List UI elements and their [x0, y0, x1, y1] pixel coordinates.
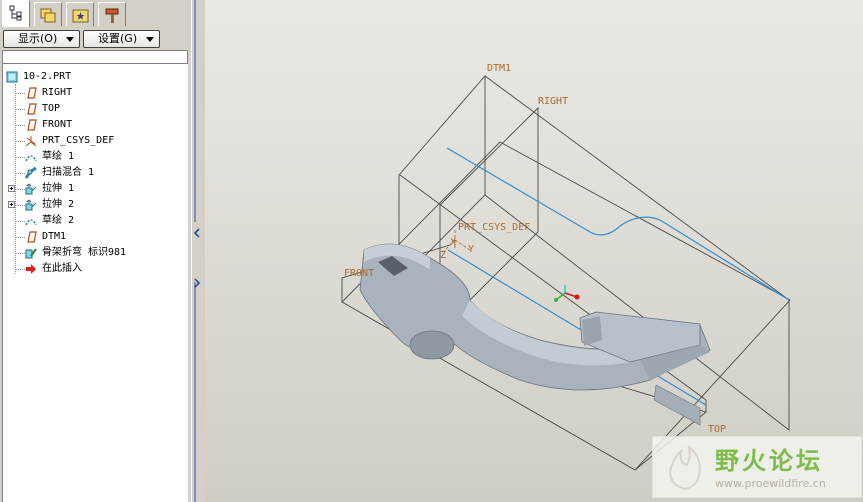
tab-tools[interactable] — [98, 2, 126, 26]
tree-column-header — [2, 50, 188, 64]
datum-label-top: TOP — [708, 424, 726, 435]
model-3d-view[interactable]: X Z Y DTM1 RIGHT PRT_CSYS_DEF FRONT TOP — [205, 0, 863, 502]
axis-x-label: X — [450, 237, 456, 248]
tab-model-tree[interactable] — [2, 0, 30, 27]
expand-icon[interactable] — [8, 201, 15, 208]
sketch-icon — [25, 219, 37, 226]
expand-icon[interactable] — [8, 185, 15, 192]
splitter-bar-bottom — [194, 282, 196, 502]
datum-plane-icon — [27, 119, 37, 131]
part-icon — [6, 71, 18, 83]
datum-label-dtm1: DTM1 — [487, 63, 511, 74]
tree-item-label: RIGHT — [42, 87, 73, 98]
tree-connector — [15, 173, 25, 174]
tree-connector — [15, 93, 25, 94]
tree-item-label: 拉伸 2 — [42, 199, 75, 210]
tree-item-label: 扫描混合 1 — [42, 167, 95, 178]
coordinate-system: X Z Y — [440, 230, 474, 261]
coordinate-system-icon — [25, 136, 37, 147]
axis-y-label: Y — [468, 244, 474, 255]
tree-connector — [15, 237, 25, 238]
flame-logo-icon — [669, 444, 701, 491]
tree-toolbar: 显示(O) 设置(G) — [0, 27, 191, 49]
tree-item-spinal-bend[interactable]: 骨架折弯 标识981 — [3, 245, 187, 261]
forum-watermark: 野火论坛 www.proewildfire.cn — [652, 436, 862, 498]
tree-item-label: FRONT — [42, 119, 73, 130]
graphics-window[interactable]: X Z Y DTM1 RIGHT PRT_CSYS_DEF FRONT TOP … — [205, 0, 863, 502]
tree-connector — [15, 157, 25, 158]
sketch-icon — [25, 155, 37, 162]
extrude-icon — [25, 199, 37, 211]
tree-item-label: 草绘 1 — [42, 151, 75, 162]
extrude-icon — [25, 183, 37, 195]
watermark-url: www.proewildfire.cn — [715, 477, 826, 490]
datum-label-right: RIGHT — [538, 96, 568, 107]
tree-item-label: PRT_CSYS_DEF — [42, 135, 115, 146]
tree-item-insert-here[interactable]: 在此插入 — [3, 261, 187, 277]
datum-plane-icon — [27, 103, 37, 115]
tree-item-label: 骨架折弯 标识981 — [42, 247, 127, 258]
datum-label-csys: PRT_CSYS_DEF — [458, 222, 530, 233]
tree-connector — [15, 141, 25, 142]
datum-plane-icon — [27, 87, 37, 99]
tree-item-sketch-2[interactable]: 草绘 2 — [3, 213, 187, 229]
model-tree: 10-2.PRT RIGHT TOP FRONT PRT_CSYS_DEF 草绘… — [2, 64, 188, 502]
tree-item-label: TOP — [42, 103, 61, 114]
model-tree-panel: 显示(O) 设置(G) 10-2.PRT RIGHT TOP FRONT PRT… — [0, 0, 191, 502]
hammer-icon — [105, 8, 119, 23]
tree-connector — [15, 253, 25, 254]
tree-connector — [17, 205, 25, 206]
display-dropdown[interactable]: 显示(O) — [3, 30, 80, 48]
tree-item-front[interactable]: FRONT — [3, 117, 187, 133]
tree-item-label: 在此插入 — [42, 263, 82, 274]
tree-item-csys[interactable]: PRT_CSYS_DEF — [3, 133, 187, 149]
tree-item-swept-blend[interactable]: 扫描混合 1 — [3, 165, 187, 181]
tree-item-label: DTM1 — [42, 231, 67, 242]
model-tree-icon — [9, 5, 22, 21]
insert-here-arrow-icon — [26, 264, 36, 274]
favorites-folder-icon — [72, 9, 89, 23]
tree-item-sketch-1[interactable]: 草绘 1 — [3, 149, 187, 165]
chevron-down-icon — [66, 37, 74, 42]
spinal-bend-icon — [25, 248, 37, 259]
sketch-points — [554, 285, 580, 302]
axis-z-label: Z — [440, 250, 446, 261]
tree-item-top[interactable]: TOP — [3, 101, 187, 117]
expand-right-icon[interactable] — [193, 278, 201, 288]
tree-item-part[interactable]: 10-2.PRT — [3, 69, 187, 85]
tree-item-extrude-2[interactable]: 拉伸 2 — [3, 197, 187, 213]
tree-item-label: 草绘 2 — [42, 215, 75, 226]
tree-connector — [15, 221, 25, 222]
tab-favorites[interactable] — [66, 2, 94, 26]
tree-connector — [15, 109, 25, 110]
datum-label-front: FRONT — [344, 268, 374, 279]
display-dropdown-label: 显示(O) — [18, 32, 58, 45]
tab-folder-browser[interactable] — [34, 2, 62, 26]
panel-splitter[interactable] — [191, 0, 206, 502]
settings-dropdown[interactable]: 设置(G) — [83, 30, 160, 48]
collapse-left-icon[interactable] — [193, 228, 201, 238]
watermark-title: 野火论坛 — [715, 447, 823, 475]
tree-item-label: 10-2.PRT — [23, 71, 72, 82]
tree-connector — [15, 269, 25, 270]
datum-plane-icon — [27, 231, 37, 243]
splitter-bar-top — [194, 0, 196, 222]
tree-connector — [15, 125, 25, 126]
tree-connector — [17, 189, 25, 190]
chevron-down-icon — [146, 37, 154, 42]
tree-item-extrude-1[interactable]: 拉伸 1 — [3, 181, 187, 197]
swept-blend-icon — [25, 167, 37, 179]
tree-item-dtm1[interactable]: DTM1 — [3, 229, 187, 245]
settings-dropdown-label: 设置(G) — [98, 32, 138, 45]
layers-icon — [40, 8, 56, 23]
tree-item-right[interactable]: RIGHT — [3, 85, 187, 101]
wrench-part[interactable] — [359, 243, 711, 426]
navigator-tabs — [0, 0, 191, 27]
tree-item-label: 拉伸 1 — [42, 183, 75, 194]
